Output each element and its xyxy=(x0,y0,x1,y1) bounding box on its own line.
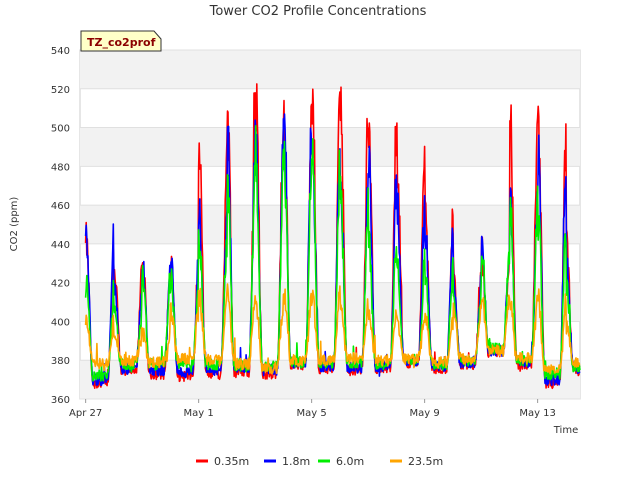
y-tick-label: 440 xyxy=(51,240,70,251)
legend: 0.35m 1.8m 6.0m 23.5m xyxy=(196,455,443,468)
grid-band xyxy=(80,205,580,244)
y-tick-label: 460 xyxy=(51,201,70,212)
grid-band xyxy=(80,127,580,167)
y-tick-label: 540 xyxy=(51,46,70,57)
site-badge-label: TZ_co2prof xyxy=(87,36,156,49)
legend-label: 0.35m xyxy=(214,455,249,468)
legend-label: 1.8m xyxy=(282,455,310,468)
site-badge: TZ_co2prof xyxy=(80,30,162,52)
legend-label: 23.5m xyxy=(408,455,443,468)
y-tick-label: 520 xyxy=(51,85,70,96)
y-axis-label: CO2 (ppm) xyxy=(9,197,20,252)
legend-label: 6.0m xyxy=(336,455,364,468)
y-tick-label: 380 xyxy=(51,356,70,367)
x-axis-label: Time xyxy=(553,425,578,436)
x-tick-label: May 13 xyxy=(519,408,556,419)
y-axis-ticks: 360 380 400 420 440 460 480 500 520 540 xyxy=(51,46,70,406)
x-tick-label: May 1 xyxy=(184,408,214,419)
y-tick-label: 420 xyxy=(51,279,70,290)
x-tick-label: Apr 27 xyxy=(69,408,102,419)
co2-profile-chart: 360 380 400 420 440 460 480 500 520 540 Apr 27 May… xyxy=(9,4,581,468)
y-tick-label: 360 xyxy=(51,395,70,406)
y-tick-label: 400 xyxy=(51,317,70,328)
x-axis-ticks: Apr 27 May 1 May 5 May 9 May 13 xyxy=(69,399,556,419)
chart-title: Tower CO2 Profile Concentrations xyxy=(209,4,427,19)
y-tick-label: 500 xyxy=(51,124,70,135)
x-tick-label: May 5 xyxy=(297,408,327,419)
y-tick-label: 480 xyxy=(51,162,70,173)
grid-band xyxy=(80,50,580,89)
x-tick-label: May 9 xyxy=(410,408,440,419)
